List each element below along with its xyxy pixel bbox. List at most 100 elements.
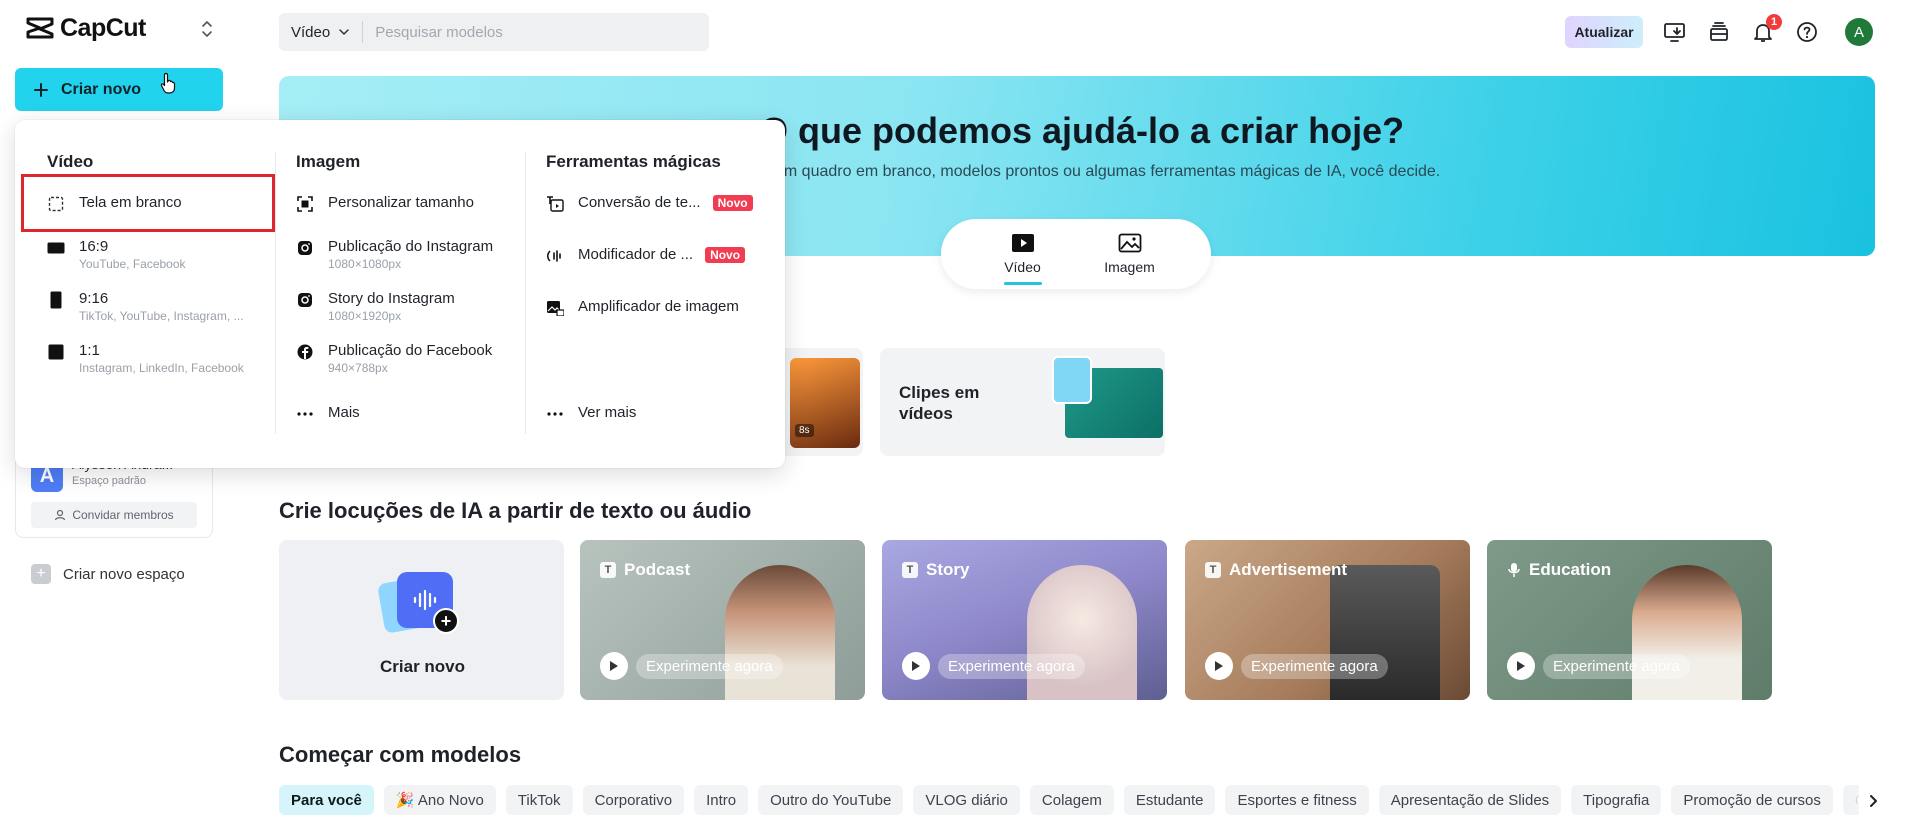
instagram-icon [296, 239, 314, 257]
user-avatar[interactable]: A [1845, 18, 1873, 46]
try-now-button[interactable]: Experimente agora [1507, 652, 1690, 680]
menu-item-sub: 940×788px [328, 361, 388, 375]
voice-modifier-icon [546, 247, 564, 265]
try-now-label: Experimente agora [1241, 653, 1388, 679]
menu-item-9-16[interactable]: 9:16 TikTok, YouTube, Instagram, ... [47, 290, 244, 324]
desktop-download-icon[interactable] [1663, 20, 1687, 44]
menu-item-more-image[interactable]: Mais [296, 404, 360, 423]
chip-daily-vlog[interactable]: VLOG diário [913, 785, 1020, 815]
try-now-button[interactable]: Experimente agora [600, 652, 783, 680]
chip-intro[interactable]: Intro [694, 785, 749, 815]
menu-item-facebook-post[interactable]: Publicação do Facebook 940×788px [296, 342, 492, 376]
voice-card-advertisement[interactable]: T Advertisement Experimente agora [1185, 540, 1470, 700]
dropdown-image-title: Imagem [296, 152, 361, 171]
try-now-button[interactable]: Experimente agora [902, 652, 1085, 680]
plus-circle-icon: + [433, 608, 459, 634]
chip-typography[interactable]: Tipografia [1571, 785, 1662, 815]
text-icon: T [902, 562, 918, 578]
search-input[interactable] [363, 23, 644, 41]
microphone-icon [1508, 563, 1520, 577]
tab-image[interactable]: Imagem [1090, 233, 1170, 275]
new-badge: Novo [712, 195, 753, 211]
brand-name: CapCut [60, 13, 146, 42]
dropdown-divider [275, 152, 276, 434]
menu-item-instagram-story[interactable]: Story do Instagram 1080×1920px [296, 290, 455, 324]
help-icon[interactable] [1795, 20, 1819, 44]
resize-frame-icon [296, 195, 314, 213]
invite-members-button[interactable]: Convidar membros [31, 502, 197, 528]
voice-card-label: Education [1529, 560, 1612, 579]
menu-item-label: Story do Instagram [328, 290, 455, 307]
create-new-space-button[interactable]: + Criar novo espaço [31, 564, 185, 584]
try-now-label: Experimente agora [1543, 653, 1690, 679]
capcut-logo-icon [26, 17, 54, 39]
plus-icon [34, 82, 48, 97]
chip-slideshow[interactable]: Apresentação de Slides [1378, 785, 1562, 815]
clips-to-videos-title: Clipes em vídeos [899, 383, 980, 423]
voice-create-label: Criar novo [380, 657, 466, 676]
menu-item-see-more[interactable]: Ver mais [546, 404, 636, 423]
menu-item-label: Modificador de ... [578, 246, 694, 263]
menu-item-label: Conversão de te... [578, 194, 701, 211]
chip-sports-fitness[interactable]: Esportes e fitness [1225, 785, 1369, 815]
menu-item-modifier[interactable]: Modificador de ... Novo [546, 246, 746, 265]
templates-heading: Começar com modelos [279, 742, 522, 767]
video-play-icon [1011, 234, 1034, 252]
portrait-ratio-icon [47, 291, 65, 309]
invite-members-label: Convidar membros [72, 508, 174, 522]
menu-item-16-9[interactable]: 16:9 YouTube, Facebook [47, 238, 186, 272]
create-new-button[interactable]: Criar novo [15, 68, 223, 111]
workspace-member-space: Espaço padrão [72, 475, 146, 487]
voice-card-podcast[interactable]: T Podcast Experimente agora [580, 540, 865, 700]
hero-tabs: Vídeo Imagem [941, 219, 1211, 289]
tab-video[interactable]: Vídeo [983, 233, 1063, 285]
play-icon [600, 652, 628, 680]
try-now-button[interactable]: Experimente agora [1205, 652, 1388, 680]
chip-new-year[interactable]: 🎉 Ano Novo [383, 785, 496, 815]
capcut-logo[interactable]: CapCut [26, 14, 146, 42]
search-bar: Vídeo [279, 13, 709, 51]
play-icon [902, 652, 930, 680]
voice-card-education[interactable]: Education Experimente agora [1487, 540, 1772, 700]
upgrade-button[interactable]: Atualizar [1565, 16, 1643, 48]
voice-card-label: Advertisement [1229, 560, 1348, 579]
chip-corporate[interactable]: Corporativo [582, 785, 685, 815]
hero-title: O que podemos ajudá-lo a criar hoje? [760, 110, 1405, 151]
chip-corporate-partial[interactable]: Corp [1842, 785, 1859, 815]
create-new-label: Criar novo [61, 80, 142, 98]
chip-for-you[interactable]: Para você [279, 785, 374, 815]
workspace-switch-icon[interactable] [196, 18, 218, 40]
stack-icon[interactable] [1707, 20, 1731, 44]
more-dots-icon [296, 405, 314, 423]
menu-item-label: Amplificador de imagem [578, 298, 739, 315]
chip-tiktok[interactable]: TikTok [505, 785, 573, 815]
text-icon: T [1205, 562, 1221, 578]
voice-card-tag: Education [1507, 560, 1611, 580]
template-category-chips: Para você 🎉 Ano Novo TikTok Corporativo … [279, 785, 1859, 815]
menu-item-instagram-post[interactable]: Publicação do Instagram 1080×1080px [296, 238, 493, 272]
menu-item-image-upscaler[interactable]: Amplificador de imagem [546, 298, 739, 317]
hand-cursor-icon [160, 72, 178, 94]
search-type-select[interactable]: Vídeo [279, 13, 362, 51]
menu-item-1-1[interactable]: 1:1 Instagram, LinkedIn, Facebook [47, 342, 244, 376]
voice-card-tag: T Podcast [600, 560, 690, 580]
search-type-value: Vídeo [291, 23, 331, 41]
chip-student[interactable]: Estudante [1123, 785, 1216, 815]
notification-badge: 1 [1766, 14, 1782, 30]
landscape-ratio-icon [47, 239, 65, 257]
menu-item-label: Ver mais [578, 404, 637, 421]
menu-item-label: Publicação do Instagram [328, 238, 494, 255]
try-now-label: Experimente agora [636, 653, 783, 679]
square-ratio-icon [47, 343, 65, 361]
menu-item-label: 16:9 [79, 238, 109, 255]
menu-item-text-conversion[interactable]: Conversão de te... Novo [546, 194, 753, 213]
menu-item-label: Publicação do Facebook [328, 342, 493, 359]
chip-course-promo[interactable]: Promoção de cursos [1671, 785, 1833, 815]
chip-collage[interactable]: Colagem [1029, 785, 1114, 815]
menu-item-sub: 1080×1920px [328, 309, 402, 323]
menu-item-custom-size[interactable]: Personalizar tamanho [296, 194, 474, 213]
chevron-right-icon[interactable] [1858, 786, 1888, 816]
chip-youtube-outro[interactable]: Outro do YouTube [758, 785, 904, 815]
menu-item-label: 9:16 [79, 290, 109, 307]
voice-card-story[interactable]: T Story Experimente agora [882, 540, 1167, 700]
